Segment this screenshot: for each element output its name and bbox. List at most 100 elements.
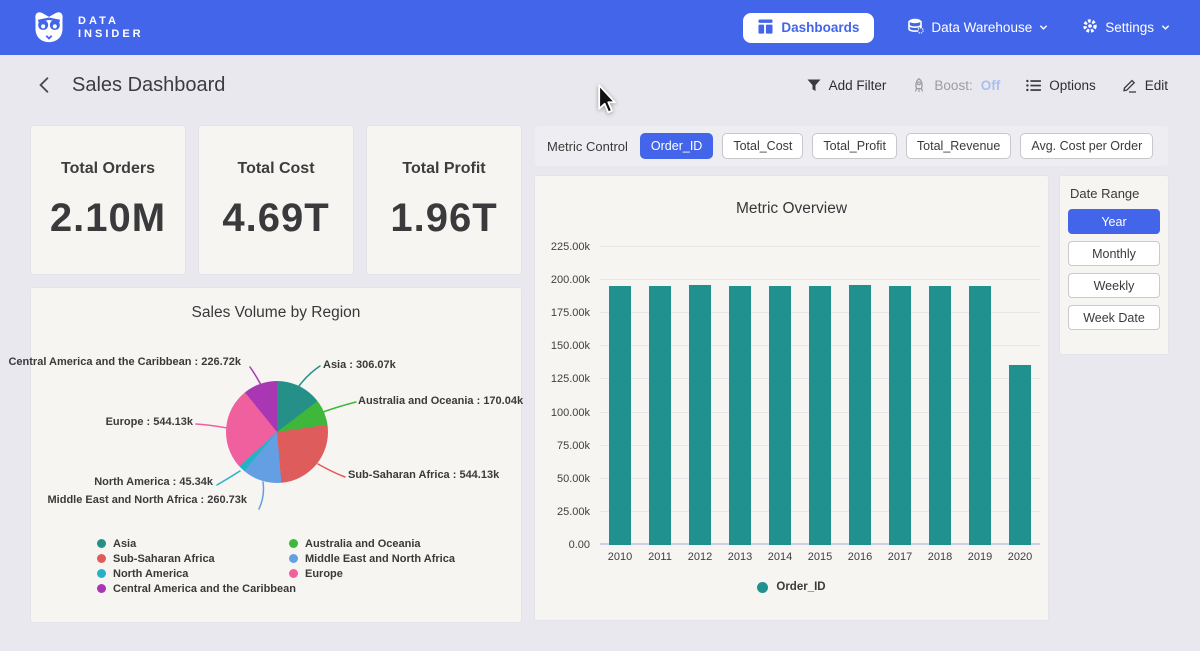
chevron-left-icon [36,76,52,94]
bar-chart-panel: Metric Overview 0.0025.00k50.00k75.00k10… [535,176,1048,620]
app-screen: DATA INSIDER Dashboards [0,0,1200,651]
legend-item: Sub-Saharan Africa [97,551,296,566]
bar-2015[interactable] [809,286,831,545]
bar-legend-label: Order_ID [776,581,825,593]
date-button-year[interactable]: Year [1068,209,1160,234]
y-tick-label: 175.00k [535,307,590,319]
kpi-row: Total Orders 2.10M Total Cost 4.69T Tota… [31,126,521,274]
legend-item: Asia [97,536,296,551]
metric-button-order-id[interactable]: Order_ID [640,133,713,159]
pie-slice-label: Central America and the Caribbean : 226.… [8,356,241,368]
edit-button[interactable]: Edit [1122,78,1168,93]
y-tick-label: 225.00k [535,241,590,253]
kpi-value: 4.69T [222,196,329,241]
back-button[interactable] [32,72,56,98]
pie-disc[interactable] [226,381,328,483]
bar-2017[interactable] [889,286,911,545]
bar-chart-plot [600,247,1040,545]
nav-dashboards-button[interactable]: Dashboards [743,13,874,43]
y-tick-label: 50.00k [535,473,590,485]
kpi-card-total-orders: Total Orders 2.10M [31,126,185,274]
kpi-value: 2.10M [50,196,166,241]
y-tick-label: 25.00k [535,506,590,518]
x-tick-label: 2019 [960,551,1000,563]
nav-data-warehouse[interactable]: Data Warehouse [908,18,1048,37]
metric-control-strip: Metric Control Order_ID Total_Cost Total_P… [535,126,1168,166]
bar-column [920,247,960,545]
legend-item: North America [97,566,296,581]
legend-dot [289,554,298,563]
boost-toggle[interactable]: Boost: Off [912,78,1000,93]
bar-2014[interactable] [769,286,791,545]
top-navbar: DATA INSIDER Dashboards [0,0,1200,55]
date-button-weekly[interactable]: Weekly [1068,273,1160,298]
metric-button-total-revenue[interactable]: Total_Revenue [906,133,1011,159]
add-filter-button[interactable]: Add Filter [807,78,887,93]
nav-settings-label: Settings [1105,20,1154,35]
y-tick-label: 150.00k [535,340,590,352]
add-filter-label: Add Filter [829,78,887,93]
bar-column [960,247,1000,545]
pie-slice-label: Australia and Oceania : 170.04k [358,395,523,407]
metric-control-label: Metric Control [547,139,628,154]
bar-2018[interactable] [929,286,951,545]
legend-label: Europe [305,568,343,580]
bars-row [600,247,1040,545]
filter-icon [807,79,821,92]
gear-icon [1082,18,1098,37]
kpi-label: Total Orders [61,160,155,178]
legend-label: Middle East and North Africa [305,553,455,565]
database-icon [908,18,924,37]
pencil-icon [1122,78,1137,93]
pie-legend-column: AsiaSub-Saharan Africa North AmericaCentr… [97,536,296,596]
x-tick-label: 2011 [640,551,680,563]
dashboards-grid-icon [758,19,773,37]
date-button-week-date[interactable]: Week Date [1068,305,1160,330]
legend-dot [757,582,768,593]
bar-column [1000,247,1040,545]
brand-logo[interactable]: DATA INSIDER [30,7,144,48]
metric-button-total-profit[interactable]: Total_Profit [812,133,897,159]
x-tick-label: 2013 [720,551,760,563]
x-tick-label: 2010 [600,551,640,563]
rocket-icon [912,78,926,93]
bar-2013[interactable] [729,286,751,545]
legend-label: North America [113,568,188,580]
bar-chart-title: Metric Overview [535,200,1048,218]
pie-legend-column: Australia and OceaniaMiddle East and Nor… [289,536,455,581]
options-label: Options [1049,78,1096,93]
bar-2012[interactable] [689,285,711,545]
date-button-monthly[interactable]: Monthly [1068,241,1160,266]
legend-item: Central America and the Caribbean [97,581,296,596]
bar-2016[interactable] [849,285,871,545]
metric-button-avg-cost-per-order[interactable]: Avg. Cost per Order [1020,133,1153,159]
date-range-buttons: Year Monthly Weekly Week Date [1068,209,1160,330]
kpi-card-total-cost: Total Cost 4.69T [199,126,353,274]
nav-data-warehouse-label: Data Warehouse [931,20,1032,35]
bar-2011[interactable] [649,286,671,545]
bar-2020[interactable] [1009,365,1031,545]
list-icon [1026,79,1041,92]
nav-dashboards-label: Dashboards [781,20,859,35]
x-tick-label: 2017 [880,551,920,563]
bar-2019[interactable] [969,286,991,545]
bar-column [680,247,720,545]
brand-name: DATA INSIDER [78,15,144,41]
x-tick-label: 2018 [920,551,960,563]
bar-legend: Order_ID [535,581,1048,593]
legend-label: Asia [113,538,136,550]
bar-2010[interactable] [609,286,631,545]
page-header: Sales Dashboard Add Filter Boost: Off [0,55,1200,115]
right-column: Metric Control Order_ID Total_Cost Total_P… [535,126,1168,620]
options-button[interactable]: Options [1026,78,1096,93]
kpi-label: Total Cost [237,160,314,178]
nav-settings[interactable]: Settings [1082,18,1170,37]
legend-dot [97,539,106,548]
kpi-card-total-profit: Total Profit 1.96T [367,126,521,274]
bar-column [880,247,920,545]
legend-dot [97,569,106,578]
x-tick-label: 2016 [840,551,880,563]
metric-button-total-cost[interactable]: Total_Cost [722,133,803,159]
pie-slice-label: Europe : 544.13k [106,416,193,428]
navbar-menu: Dashboards Data Warehouse [743,13,1170,43]
